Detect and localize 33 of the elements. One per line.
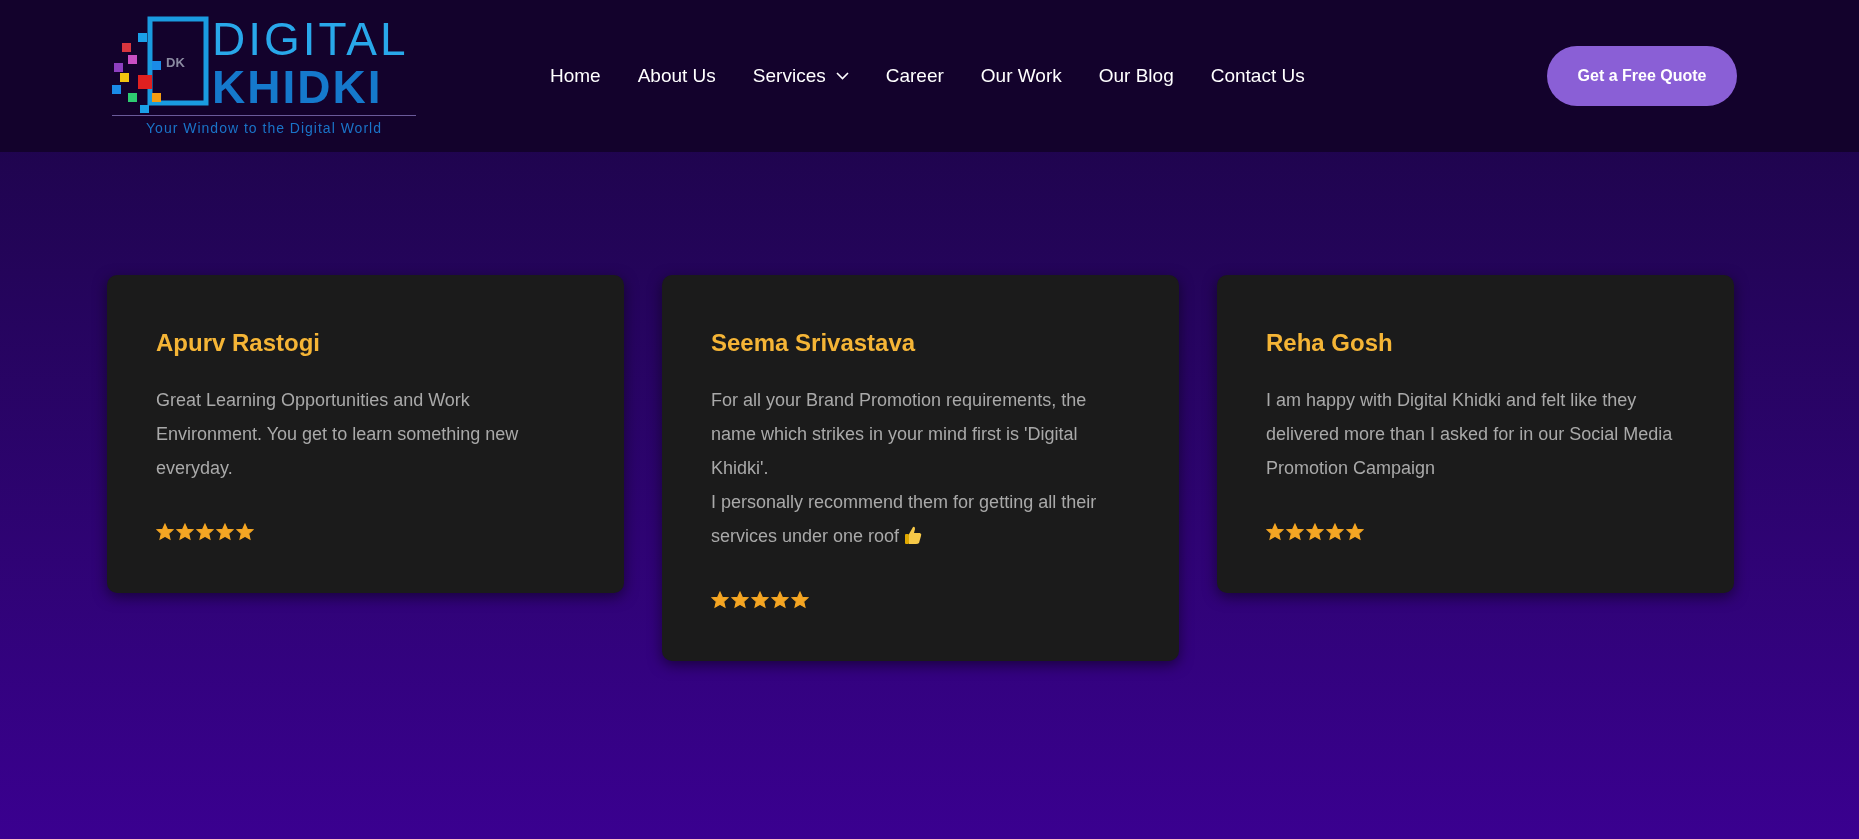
star-icon bbox=[771, 591, 789, 609]
star-icon bbox=[1326, 523, 1344, 541]
star-icon bbox=[1306, 523, 1324, 541]
get-quote-button[interactable]: Get a Free Quote bbox=[1547, 46, 1737, 106]
logo-tagline: Your Window to the Digital World bbox=[112, 115, 416, 139]
star-icon bbox=[156, 523, 174, 541]
nav-link[interactable]: Our Blog bbox=[1098, 61, 1174, 91]
nav-link[interactable]: Contact Us bbox=[1210, 61, 1305, 91]
star-icon bbox=[176, 523, 194, 541]
testimonial-text: For all your Brand Promotion requirements, the name which strikes in your mind first is 'Digital Khidki'. I personally recommend them for getting all their services under one roof bbox=[711, 390, 1097, 546]
star-icon bbox=[1266, 523, 1284, 541]
star-icon bbox=[791, 591, 809, 609]
star-icon bbox=[1286, 523, 1304, 541]
reviewer-name: Reha Gosh bbox=[1266, 328, 1394, 358]
reviewer-name: Seema Srivastava bbox=[711, 328, 917, 358]
testimonial-text: I am happy with Digital Khidki and felt like they delivered more than I asked for in our Social Media Promotion Campaign bbox=[1266, 390, 1673, 478]
reviewer-name: Apurv Rastogi bbox=[156, 328, 321, 358]
star-icon bbox=[216, 523, 234, 541]
logo-wordmark: KHIDKI bbox=[212, 64, 384, 110]
nav-link[interactable]: Home bbox=[550, 61, 601, 91]
testimonial-text: Great Learning Opportunities and Work Environment. You get to learn something new everyday. bbox=[156, 390, 519, 478]
star-icon bbox=[1346, 523, 1364, 541]
star-icon bbox=[196, 523, 214, 541]
nav-link[interactable]: About Us bbox=[637, 61, 716, 91]
star-icon bbox=[731, 591, 749, 609]
nav-link[interactable]: Services bbox=[752, 61, 849, 91]
nav-link[interactable]: Our Work bbox=[980, 61, 1062, 91]
star-icon bbox=[751, 591, 769, 609]
logo-wordmark: DIGITAL bbox=[212, 16, 409, 62]
nav-link[interactable]: Career bbox=[885, 61, 944, 91]
logo-mark-text: DK bbox=[166, 54, 185, 72]
star-icon bbox=[236, 523, 254, 541]
star-icon bbox=[711, 591, 729, 609]
